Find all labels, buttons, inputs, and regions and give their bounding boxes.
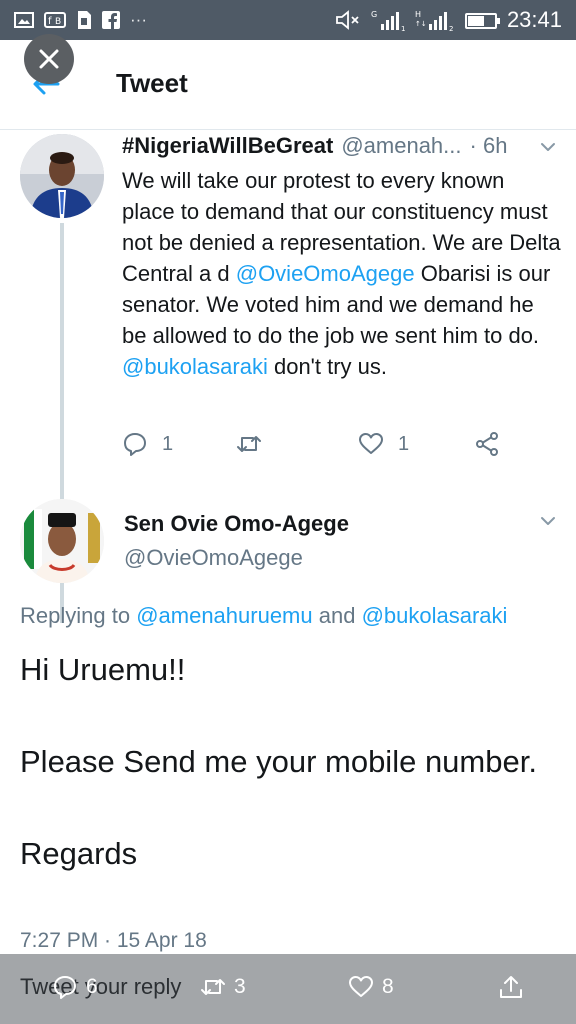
upload-share-icon	[500, 976, 522, 998]
like-button[interactable]: 8	[348, 974, 394, 1000]
user-handle[interactable]: @OvieOmoAgege	[124, 545, 303, 571]
display-name[interactable]: #NigeriaWillBeGreat	[122, 133, 333, 159]
reply-count: 1	[162, 432, 174, 455]
tweet-line: Please Send me your mobile number.	[20, 744, 537, 779]
tweet-blank-line	[20, 693, 560, 739]
page-title: Tweet	[116, 68, 188, 98]
avatar[interactable]	[20, 134, 104, 218]
tweet-text-part: don't try us.	[267, 354, 388, 379]
signal-2-icon: H↑↓ 2	[415, 10, 453, 32]
heart-icon	[349, 976, 373, 997]
replying-prefix: Replying to	[20, 603, 137, 628]
parent-tweet[interactable]: #NigeriaWillBeGreat @amenah... · 6h We w…	[0, 131, 576, 623]
svg-text:1: 1	[401, 25, 405, 32]
retweet-icon	[237, 436, 261, 452]
close-icon	[39, 49, 59, 69]
chevron-down-icon[interactable]	[538, 511, 558, 531]
signal-1-icon: G1	[371, 10, 405, 32]
mention-link[interactable]: @OvieOmoAgege	[236, 261, 415, 286]
close-button[interactable]	[24, 34, 74, 84]
replying-and: and	[312, 603, 362, 628]
retweet-button[interactable]	[236, 431, 262, 457]
clock: 23:41	[506, 7, 562, 32]
heart-icon	[359, 433, 383, 454]
like-button[interactable]: 1	[358, 431, 409, 457]
share-button[interactable]	[474, 431, 500, 457]
svg-text:f: f	[48, 16, 52, 27]
tweet-line: Hi Uruemu!!	[20, 652, 186, 687]
mention-link[interactable]: @bukolasaraki	[122, 354, 268, 379]
chevron-down-icon[interactable]	[538, 137, 558, 157]
retweet-icon	[201, 979, 225, 995]
tweet-time: · 6h	[469, 133, 508, 158]
sim-icon	[78, 11, 91, 29]
display-name[interactable]: Sen Ovie Omo-Agege	[124, 511, 349, 537]
avatar-image	[20, 134, 104, 218]
share-button[interactable]	[498, 974, 524, 1000]
avatar-image	[20, 499, 104, 583]
reply-icon	[54, 976, 76, 999]
reply-count: 6	[86, 975, 98, 998]
avatar[interactable]	[20, 499, 104, 583]
share-icon	[476, 432, 498, 456]
notification-icons: fB ···	[14, 8, 147, 32]
tweet-line: Regards	[20, 836, 138, 871]
fb-lite-icon: fB	[44, 12, 66, 28]
replying-to: Replying to @amenahuruemu and @bukolasar…	[20, 603, 507, 629]
reply-icon	[124, 433, 146, 456]
tweet-timestamp: 7:27 PM · 15 Apr 18	[20, 929, 207, 952]
mention-link[interactable]: @bukolasaraki	[362, 603, 508, 628]
tweet-text: Hi Uruemu!! Please Send me your mobile n…	[20, 647, 560, 877]
svg-text:H: H	[415, 10, 421, 19]
tweet-actions: 1 1	[122, 431, 522, 461]
reply-input[interactable]: Tweet your reply	[20, 974, 181, 1000]
like-count: 1	[398, 432, 410, 455]
reply-bar: Tweet your reply 6 3 8	[0, 954, 576, 1024]
mute-icon	[336, 10, 359, 30]
reply-button[interactable]: 1	[122, 431, 173, 457]
mention-link[interactable]: @amenahuruemu	[136, 603, 312, 628]
user-handle[interactable]: @amenah...	[341, 133, 461, 159]
gallery-icon	[14, 12, 34, 28]
svg-text:B: B	[55, 17, 61, 27]
retweet-button[interactable]: 3	[200, 974, 246, 1000]
tweet-meta: #NigeriaWillBeGreat @amenah... · 6h	[122, 133, 562, 159]
battery-level	[467, 16, 484, 26]
tweet-blank-line	[20, 785, 560, 831]
facebook-icon	[102, 11, 120, 29]
retweet-count: 3	[234, 975, 246, 998]
reply-button[interactable]: 6	[52, 974, 98, 1000]
focused-tweet: Sen Ovie Omo-Agege @OvieOmoAgege Replyin…	[0, 491, 576, 954]
more-icon: ···	[130, 10, 147, 29]
tweet-text: We will take our protest to every known …	[122, 165, 562, 382]
battery-icon	[464, 13, 500, 29]
svg-text:↑↓: ↑↓	[415, 20, 427, 28]
tweet-header: Tweet	[0, 34, 576, 130]
svg-text:2: 2	[449, 25, 453, 32]
status-bar: fB ··· G1 H ↑↓ 2 23:41	[0, 0, 576, 40]
system-icons: G1 H ↑↓ 2 23:41	[335, 6, 562, 34]
svg-text:G: G	[371, 10, 377, 19]
like-count: 8	[382, 975, 394, 998]
